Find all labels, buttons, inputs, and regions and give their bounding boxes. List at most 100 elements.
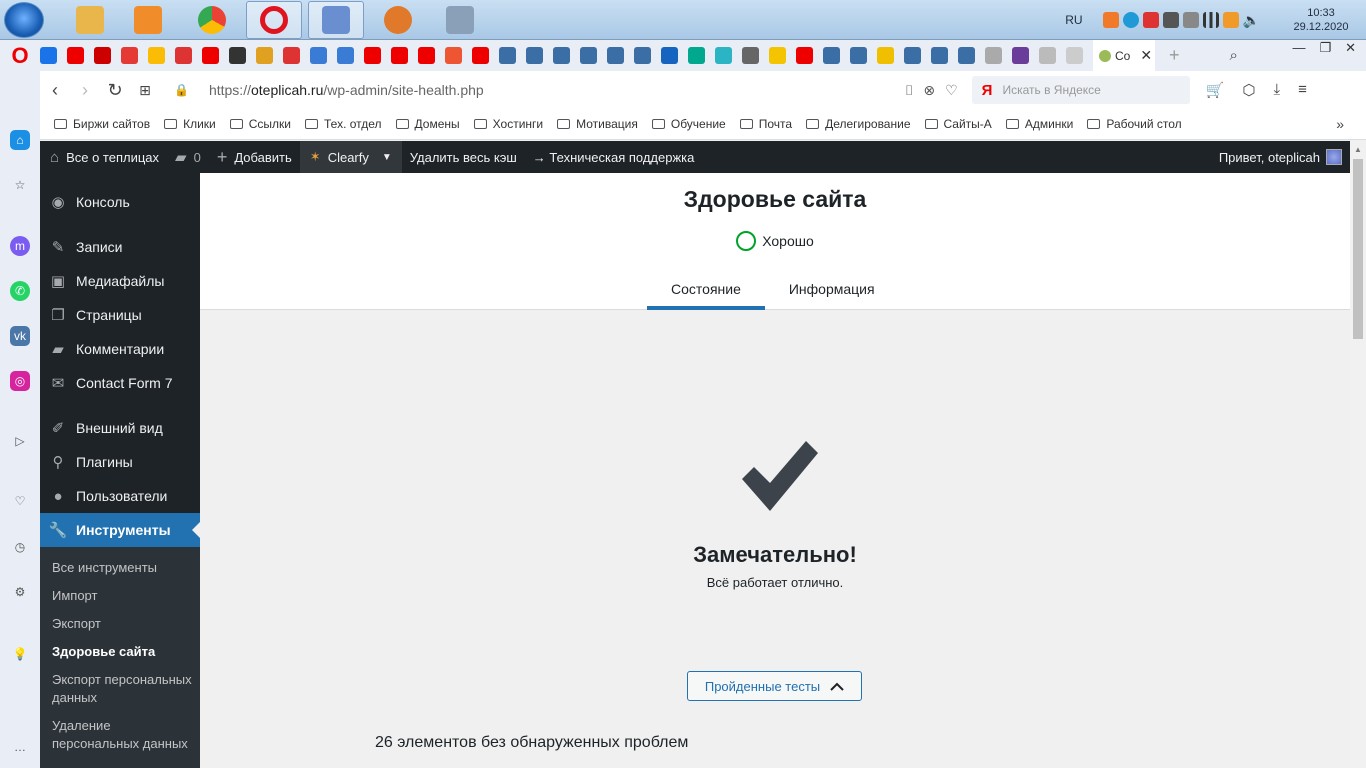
pinned-tab-favicon-icon[interactable] [418, 47, 435, 64]
submenu-export[interactable]: Экспорт [52, 615, 192, 633]
tray-flag-icon[interactable] [1142, 12, 1159, 28]
heart-icon[interactable]: ♡ [10, 491, 30, 511]
maximize-icon[interactable]: ❐ [1319, 40, 1331, 60]
pinned-tab-favicon-icon[interactable] [796, 47, 813, 64]
bookmark-folder[interactable]: Админки [1005, 117, 1073, 131]
pinned-tab-favicon-icon[interactable] [472, 47, 489, 64]
pinned-tab-favicon-icon[interactable] [715, 47, 732, 64]
messenger-icon[interactable]: m [10, 236, 30, 256]
pinned-tab-favicon-icon[interactable] [364, 47, 381, 64]
pinned-tab-favicon-icon[interactable] [337, 47, 354, 64]
speed-dial-icon[interactable]: ⌂ [10, 130, 30, 150]
menu-item-plugins[interactable]: ⚲ Плагины [40, 445, 200, 479]
pinned-tab-favicon-icon[interactable] [607, 47, 624, 64]
tray-signal-icon[interactable] [1202, 12, 1219, 28]
menu-item-users[interactable]: ● Пользователи [40, 479, 200, 513]
favorite-heart-icon[interactable]: ♡ [945, 82, 958, 99]
pinned-tab-favicon-icon[interactable] [904, 47, 921, 64]
pinned-tab-favicon-icon[interactable] [769, 47, 786, 64]
taskbar-app-explorer[interactable] [62, 1, 118, 39]
tray-monitor-icon[interactable] [1162, 12, 1179, 28]
close-tab-icon[interactable]: ✕ [1140, 47, 1152, 64]
pinned-tab-favicon-icon[interactable] [202, 47, 219, 64]
scrollbar-thumb[interactable] [1353, 159, 1363, 339]
reload-icon[interactable]: ↻ [100, 80, 130, 101]
my-account[interactable]: Привет, oteplicah [1219, 141, 1342, 173]
settings-gear-icon[interactable]: ⚙ [10, 582, 30, 602]
minimize-icon[interactable]: — [1292, 40, 1305, 60]
scroll-up-icon[interactable]: ▲ [1354, 145, 1362, 154]
passed-tests-button[interactable]: Пройденные тесты [687, 671, 862, 701]
cart-icon[interactable]: 🛒 [1206, 81, 1225, 99]
pinned-tab-favicon-icon[interactable] [310, 47, 327, 64]
pinned-tab-favicon-icon[interactable] [499, 47, 516, 64]
tab-info[interactable]: Информация [765, 267, 899, 310]
clearfy-menu[interactable]: ✶ Clearfy ▼ [299, 141, 402, 173]
forward-icon[interactable]: › [70, 80, 100, 101]
tab-search-icon[interactable]: ⌕ [1230, 47, 1238, 64]
clear-cache-link[interactable]: Удалить весь кэш [402, 141, 525, 173]
bookmark-folder[interactable]: Обучение [651, 117, 726, 131]
tab-grid-icon[interactable]: ⊞ [130, 82, 160, 99]
menu-item-comments[interactable]: ▰ Комментарии [40, 332, 200, 366]
bookmark-folder[interactable]: Рабочий стол [1087, 117, 1182, 131]
pinned-tab-favicon-icon[interactable] [175, 47, 192, 64]
yandex-search-input[interactable]: Я Искать в Яндексе [971, 76, 1190, 104]
pinned-tab-favicon-icon[interactable] [229, 47, 246, 64]
whatsapp-icon[interactable]: ✆ [10, 281, 30, 301]
support-link[interactable]: → Техническая поддержка [525, 141, 703, 173]
volume-icon[interactable]: 🔈 [1243, 12, 1260, 29]
pinned-tab-favicon-icon[interactable] [823, 47, 840, 64]
pinned-tab-favicon-icon[interactable] [580, 47, 597, 64]
pinned-tab-favicon-icon[interactable] [283, 47, 300, 64]
pinned-tab-favicon-icon[interactable] [121, 47, 138, 64]
add-new-link[interactable]: + Добавить [209, 141, 300, 173]
submenu-export-personal-data[interactable]: Экспорт персональных данных [52, 671, 192, 707]
bookmark-folder[interactable]: Клики [164, 117, 216, 131]
taskbar-app-opera[interactable] [246, 1, 302, 39]
menu-item-posts[interactable]: ✎ Записи [40, 230, 200, 264]
pinned-tab-favicon-icon[interactable] [391, 47, 408, 64]
site-name-link[interactable]: ⌂ Все о теплицах [40, 141, 167, 173]
taskbar-app-editor[interactable] [308, 1, 364, 39]
pinned-tab-favicon-icon[interactable] [1066, 47, 1083, 64]
tray-app-icon[interactable] [1102, 12, 1119, 28]
pinned-tab-favicon-icon[interactable] [742, 47, 759, 64]
bookmarks-star-icon[interactable]: ☆ [10, 175, 30, 195]
pinned-tab-favicon-icon[interactable] [94, 47, 111, 64]
bookmarks-more-icon[interactable]: » [1336, 116, 1344, 132]
bookmark-folder[interactable]: Ссылки [229, 117, 291, 131]
bookmark-folder[interactable]: Делегирование [806, 117, 911, 131]
pinned-tab-favicon-icon[interactable] [445, 47, 462, 64]
menu-item-dashboard[interactable]: ◉ Консоль [40, 185, 200, 219]
pinned-tab-favicon-icon[interactable] [40, 47, 57, 64]
taskbar-app-chrome[interactable] [184, 1, 240, 39]
pinned-tab-favicon-icon[interactable] [526, 47, 543, 64]
tray-usb-icon[interactable] [1182, 12, 1199, 28]
pinned-tab-favicon-icon[interactable] [1012, 47, 1029, 64]
pinned-tab-favicon-icon[interactable] [634, 47, 651, 64]
pinned-tab-favicon-icon[interactable] [985, 47, 1002, 64]
tray-rss-icon[interactable] [1222, 12, 1239, 28]
pinned-tab-favicon-icon[interactable] [256, 47, 273, 64]
adblock-icon[interactable]: ⊗ [923, 82, 935, 99]
active-tab[interactable]: Со ✕ [1093, 40, 1155, 71]
pinned-tab-favicon-icon[interactable] [1039, 47, 1056, 64]
pinned-tab-favicon-icon[interactable] [688, 47, 705, 64]
lock-icon[interactable]: 🔒 [174, 83, 189, 97]
easy-setup-icon[interactable]: ≡ [1298, 81, 1307, 99]
opera-menu-button[interactable]: O [0, 40, 40, 71]
history-icon[interactable]: ◷ [10, 537, 30, 557]
comments-link[interactable]: ▰ 0 [167, 141, 209, 173]
more-dots-icon[interactable]: … [10, 737, 30, 757]
menu-item-pages[interactable]: ❐ Страницы [40, 298, 200, 332]
bookmark-folder[interactable]: Почта [739, 117, 792, 131]
url-field[interactable]: https://oteplicah.ru/wp-admin/site-healt… [209, 82, 829, 98]
pinned-tab-favicon-icon[interactable] [553, 47, 570, 64]
tray-skype-icon[interactable] [1122, 12, 1139, 28]
bookmark-folder[interactable]: Сайты-А [924, 117, 992, 131]
pinned-tab-favicon-icon[interactable] [67, 47, 84, 64]
menu-item-tools[interactable]: 🔧 Инструменты [40, 513, 200, 547]
clock[interactable]: 10:33 29.12.2020 [1286, 6, 1356, 34]
taskbar-app-eye[interactable] [370, 1, 426, 39]
